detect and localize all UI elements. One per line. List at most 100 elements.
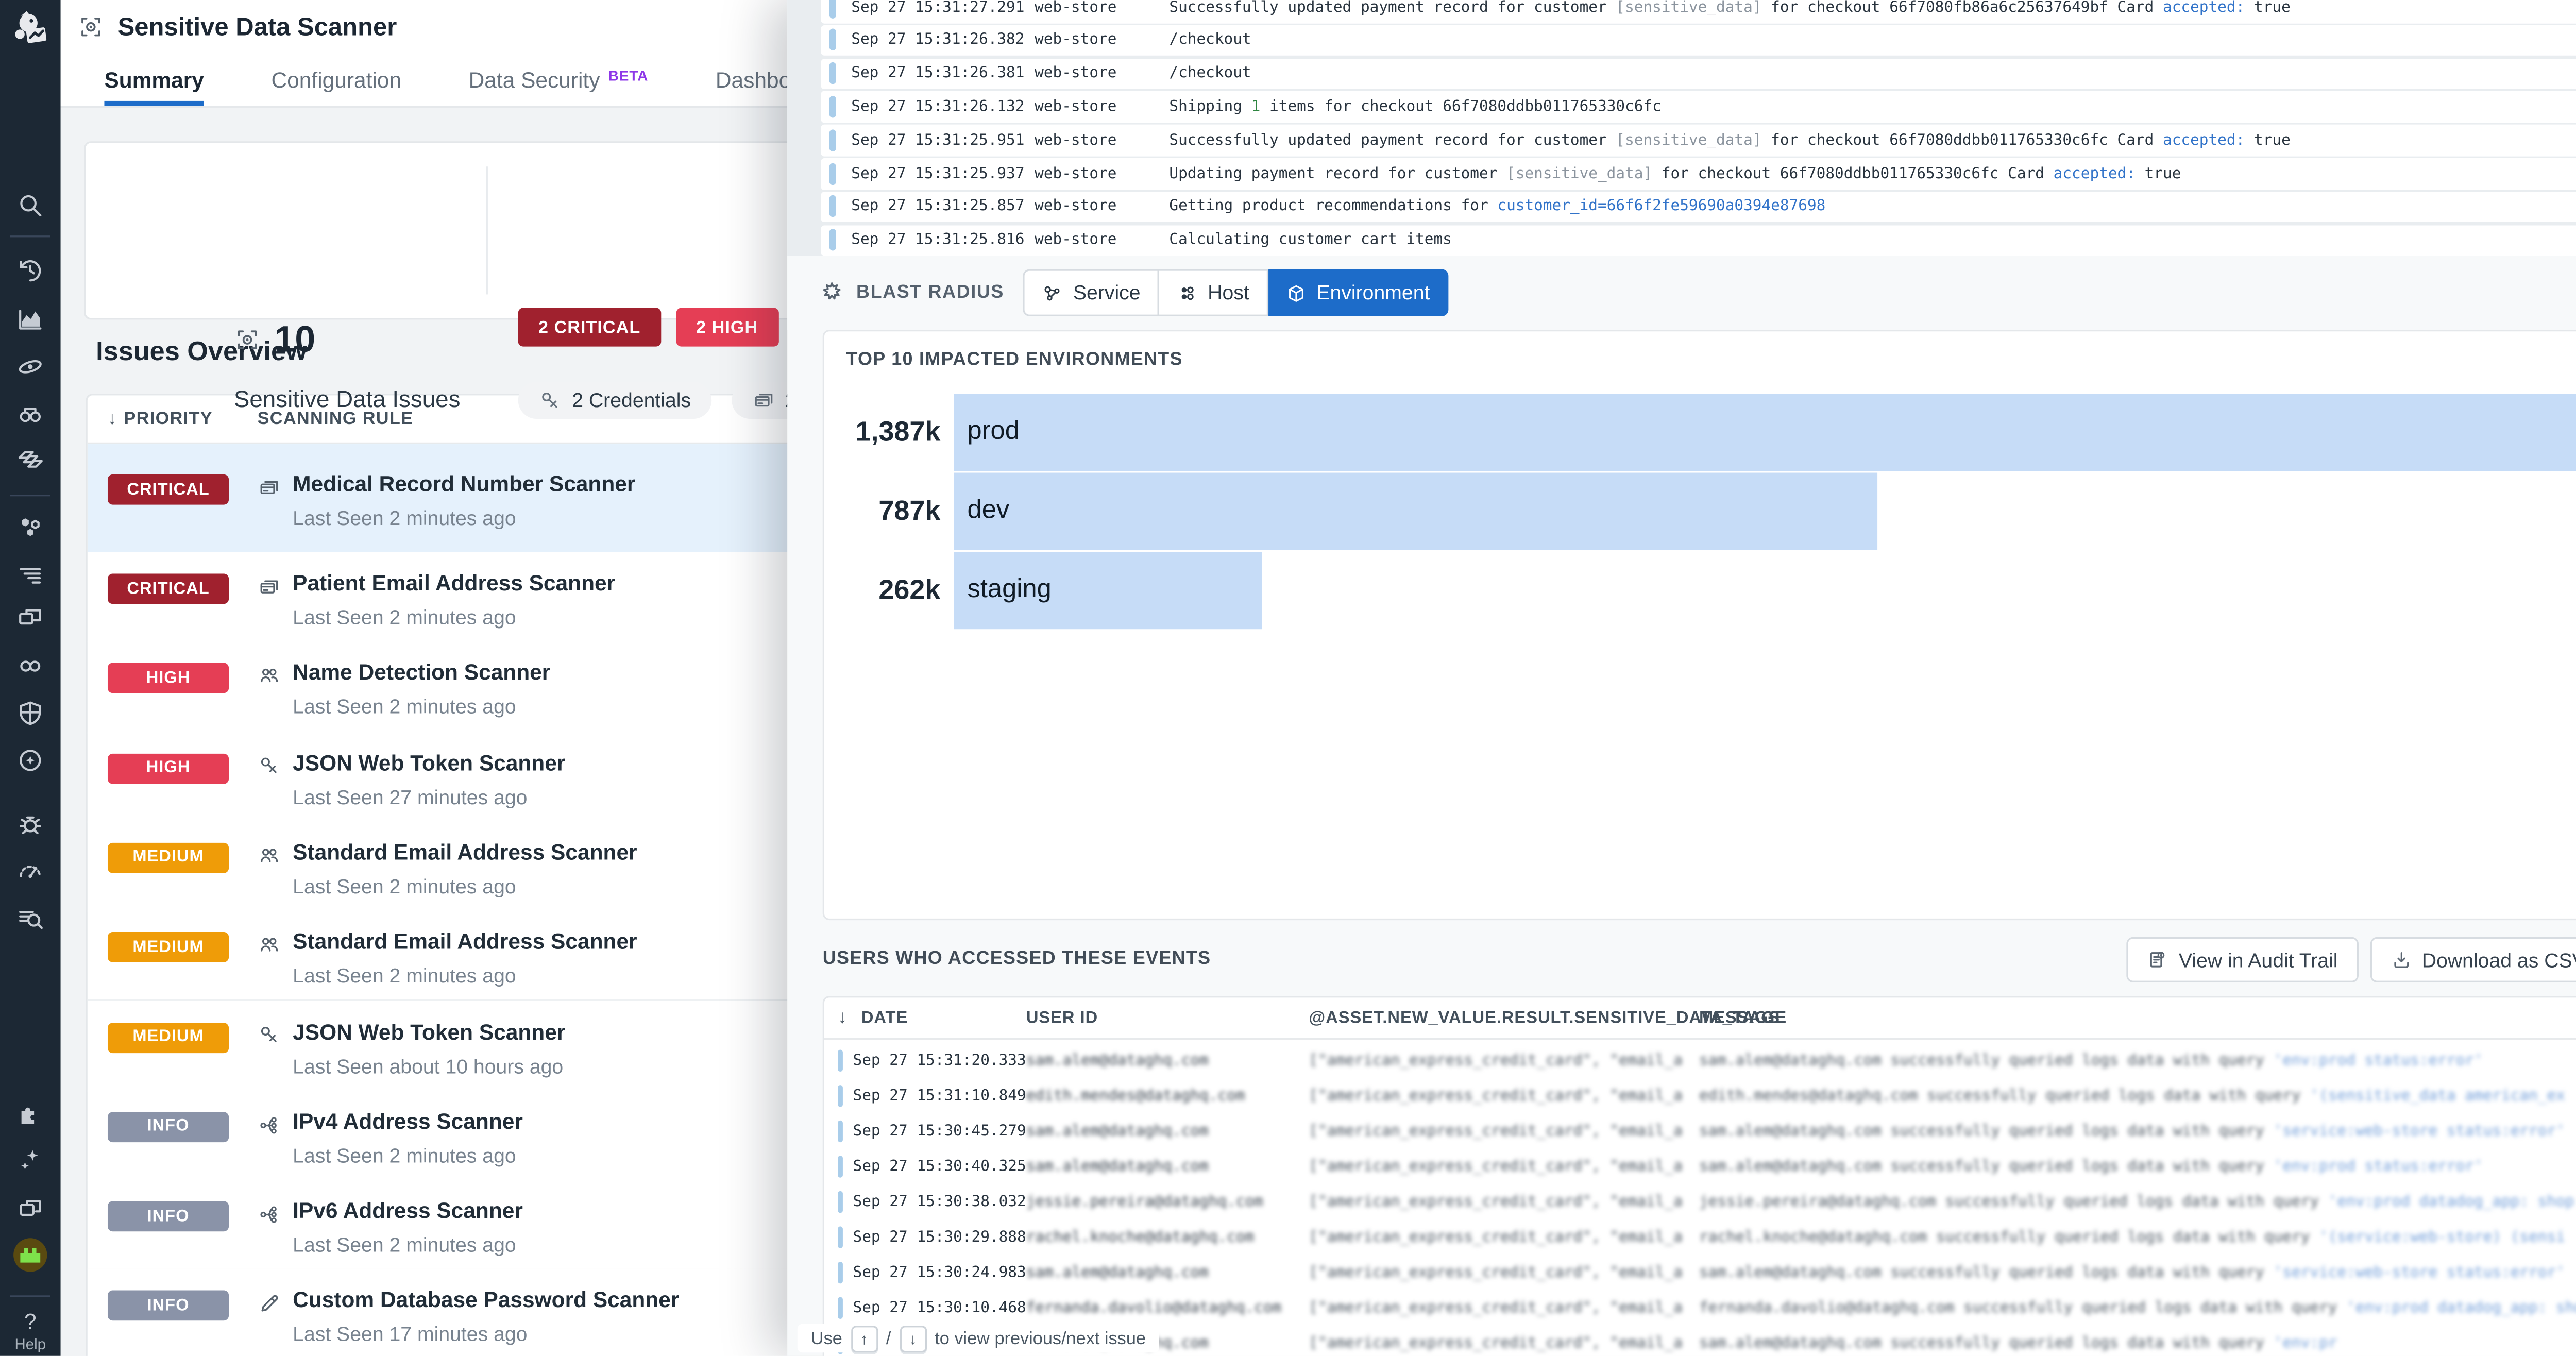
sidebar-item-puzzle[interactable] [0,1098,61,1129]
user-access-row[interactable]: Sep 27 15:30:45.279sam.alem@dataghq.com[… [824,1114,2576,1147]
scanning-rule-name: Patient Email Address Scanner [293,570,615,596]
blast-tab-host[interactable]: Host [1159,269,1267,316]
tab-data-security[interactable]: Data SecurityBETA [469,54,649,106]
sensitive-data-tags-redacted: ["american_express_credit_card", "email_… [1309,1264,1682,1281]
scanning-rule-name: Custom Database Password Scanner [293,1287,679,1313]
tab-summary[interactable]: Summary [104,54,204,106]
matching-logs-list: Sep 27 15:31:27.291web-storeSuccessfully… [787,0,2576,256]
sidebar-item-infrastructure[interactable] [0,512,61,542]
env-value: 787k [824,473,940,550]
keyboard-hint: Use ↑ / ↓ to view previous/next issue [798,1324,1159,1353]
app-sidebar: ?Help [0,0,61,1356]
log-accent-bar [829,0,836,18]
env-bar[interactable]: prod [954,394,2576,471]
last-seen: Last Seen 2 minutes ago [293,696,516,719]
log-timestamp: Sep 27 15:31:26.382 [851,32,1024,49]
sidebar-divider [10,495,50,496]
sidebar-item-sparkles[interactable] [0,1146,61,1176]
sidebar-item-logs[interactable] [0,558,61,589]
log-message: /checkout [1169,66,2576,83]
user-access-row[interactable]: Sep 27 15:30:10.468fernanda.davolio@data… [824,1290,2576,1324]
burst-icon [819,280,844,305]
sidebar-item-synthetics[interactable] [0,651,61,682]
log-row[interactable]: Sep 27 15:31:26.381web-store/checkout [821,58,2576,89]
sidebar-item-dashboards[interactable] [0,604,61,634]
log-row[interactable]: Sep 27 15:31:25.951web-storeSuccessfully… [821,125,2576,156]
network-icon [258,1199,281,1230]
scanner-target-icon [77,13,104,40]
user-id-redacted: rachel.knoche@dataghq.com [1026,1229,1295,1246]
key-icon [258,754,281,778]
tab-configuration[interactable]: Configuration [272,54,402,106]
download-as-csv-button[interactable]: Download as CSV [2370,937,2576,982]
user-access-row[interactable]: Sep 27 15:31:20.333sam.alem@dataghq.com[… [824,1043,2576,1076]
facet-chip-label: 2 Credentials [572,388,691,412]
log-row[interactable]: Sep 27 15:31:26.382web-store/checkout [821,25,2576,56]
sidebar-item-layers[interactable] [0,446,61,476]
sidebar-item-gauge[interactable] [0,856,61,887]
scanning-rule-name: IPv6 Address Scanner [293,1198,523,1223]
query-link: 'service:web-store status:error' [2274,1264,2565,1281]
blast-tab-environment[interactable]: Environment [1268,269,1449,316]
facet-chip[interactable]: 2 Credentials [518,382,711,419]
env-bar[interactable]: dev [954,473,1877,550]
last-seen: Last Seen 2 minutes ago [293,964,516,988]
env-bar[interactable]: staging [954,552,1262,629]
severity-badge-high[interactable]: 2 HIGH [676,308,778,347]
log-message: Successfully updated payment record for … [1169,0,2576,16]
sidebar-item-history[interactable] [0,256,61,286]
user-access-row[interactable]: Sep 27 15:30:38.032jessie.pereira@datagh… [824,1184,2576,1218]
scanning-rule-name: JSON Web Token Scanner [293,1019,565,1044]
view-in-audit-trail-button[interactable]: View in Audit Trail [2127,937,2358,982]
sidebar-item-log-search[interactable] [0,903,61,934]
blast-radius-label: BLAST RADIUS [856,283,1004,303]
log-row[interactable]: Sep 27 15:31:25.816web-storeCalculating … [821,225,2576,256]
user-access-row[interactable]: Sep 27 15:30:29.888rachel.knoche@dataghq… [824,1219,2576,1253]
log-service: web-store [1035,99,1116,116]
sensitive-data-tags-redacted: ["american_express_credit_card", "email_… [1309,1299,1682,1316]
column-priority[interactable]: ↓ PRIORITY [108,409,213,429]
sidebar-item-help[interactable]: ?Help [0,1309,61,1352]
impacted-environments-card: TOP 10 IMPACTED ENVIRONMENTS 1,387kprod7… [823,330,2576,920]
scanner-target-icon [77,12,104,42]
scanning-rule-name: Medical Record Number Scanner [293,471,635,496]
priority-badge: INFO [108,1291,229,1321]
log-row[interactable]: Sep 27 15:31:25.857web-storeGetting prod… [821,192,2576,223]
access-date: Sep 27 15:30:45.279 [853,1123,1026,1140]
sensitive-data-tags-redacted: ["american_express_credit_card", "email_… [1309,1229,1682,1246]
sensitive-data-tags-redacted: ["american_express_credit_card", "email_… [1309,1194,1682,1211]
audit-trail-icon [2147,949,2168,971]
user-access-row[interactable]: Sep 27 15:30:24.983sam.alem@dataghq.com[… [824,1255,2576,1289]
tab-label: Configuration [272,67,402,93]
env-bar-row: 787kdev [824,473,2576,550]
sidebar-item-watchdog[interactable] [0,399,61,429]
blast-tab-service[interactable]: Service [1023,269,1159,316]
history-icon [15,256,45,286]
sidebar-item-security[interactable] [0,698,61,728]
log-row[interactable]: Sep 27 15:31:26.132web-storeShipping 1 i… [821,92,2576,123]
datadog-logo[interactable] [0,8,61,52]
blast-radius-bar: BLAST RADIUS ServiceHostEnvironment [787,256,2576,330]
sidebar-item-ci[interactable] [0,745,61,776]
watchdog-icon [15,399,45,429]
user-avatar[interactable] [0,1238,61,1272]
severity-badge-critical[interactable]: 2 CRITICAL [518,308,661,347]
user-access-row[interactable]: Sep 27 15:31:10.849edith.mendes@dataghq.… [824,1078,2576,1112]
priority-badge: INFO [108,1112,229,1142]
user-access-row[interactable]: Sep 27 15:30:40.325sam.alem@dataghq.com[… [824,1149,2576,1182]
gauge-icon [15,856,45,887]
column-message: MESSAGE [1699,1009,1787,1028]
key-icon [258,1023,281,1047]
column-date[interactable]: DATE [861,1009,908,1028]
log-row[interactable]: Sep 27 15:31:27.291web-storeSuccessfully… [821,0,2576,23]
sidebar-item-search[interactable] [0,190,61,221]
row-accent-bar [838,1296,843,1318]
sidebar-item-metrics[interactable] [0,304,61,335]
sidebar-item-bug[interactable] [0,809,61,840]
sidebar-item-workflows[interactable] [0,1193,61,1223]
log-row[interactable]: Sep 27 15:31:25.937web-storeUpdating pay… [821,158,2576,189]
row-accent-bar [838,1084,843,1106]
sidebar-item-apm[interactable] [0,351,61,382]
scanning-rule-name: Standard Email Address Scanner [293,839,637,865]
scanning-rule-name: JSON Web Token Scanner [293,750,565,775]
